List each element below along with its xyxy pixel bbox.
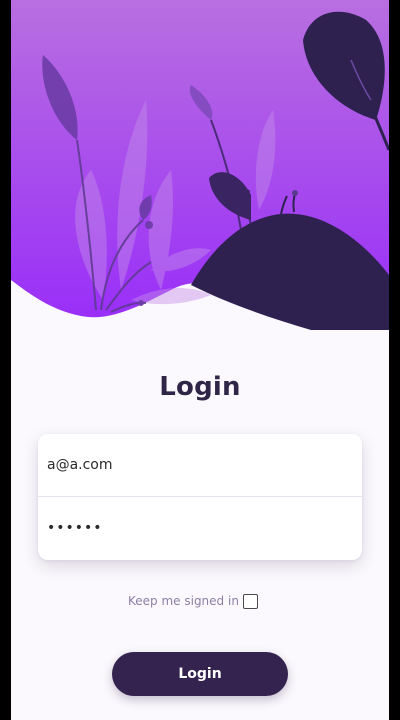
login-screen: Login Keep me signed in Login	[11, 0, 389, 720]
login-button[interactable]: Login	[112, 652, 288, 696]
email-field[interactable]	[38, 434, 362, 496]
login-form-card	[38, 434, 362, 560]
keep-signed-in-label: Keep me signed in	[128, 594, 239, 608]
page-title: Login	[159, 372, 241, 402]
keep-signed-in-checkbox[interactable]	[243, 594, 258, 609]
keep-signed-in-row: Keep me signed in	[11, 590, 389, 614]
password-field[interactable]	[38, 497, 362, 559]
right-frame-bar	[389, 0, 400, 720]
hero-illustration	[11, 0, 389, 330]
left-frame-bar	[0, 0, 11, 720]
